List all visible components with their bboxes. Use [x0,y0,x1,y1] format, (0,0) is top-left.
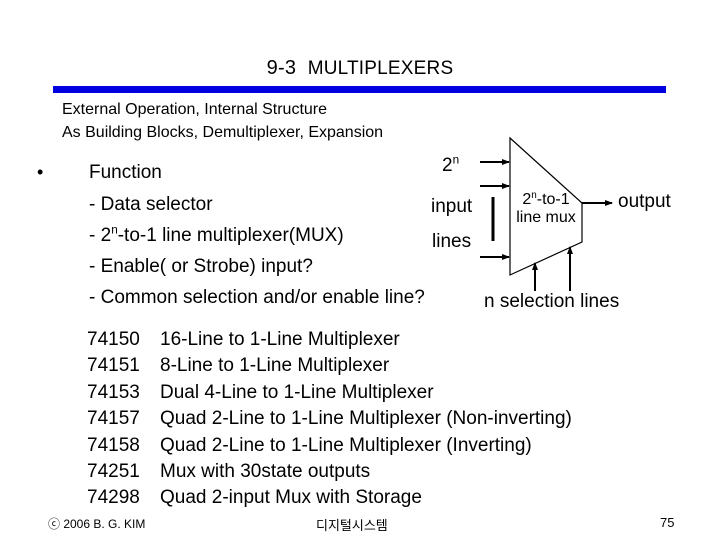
part-description: Dual 4-Line to 1-Line Multiplexer [160,381,434,403]
inputs-count-label: 2n [442,153,460,176]
part-number: 74153 [87,381,140,403]
mux-block-label: 2n-to-1 line mux [508,189,584,227]
part-description: Quad 2-Line to 1-Line Multiplexer (Inver… [160,434,532,456]
list-item: 74157 Quad 2-Line to 1-Line Multiplexer (… [87,406,572,432]
part-description: Quad 2-Line to 1-Line Multiplexer (Non-i… [160,408,572,430]
bullet-icon: • [37,162,44,182]
list-item: 74298 Quad 2-input Mux with Storage [87,485,572,511]
part-description: 8-Line to 1-Line Multiplexer [160,355,390,377]
page-number: 75 [660,515,675,530]
part-number: 74151 [87,355,140,377]
footer-copyright: ⓒ 2006 B. G. KIM [48,517,146,531]
part-number: 74150 [87,329,140,350]
list-item: 74151 8-Line to 1-Line Multiplexer [87,353,572,379]
title-underline [53,86,666,93]
list-item: 74150 16-Line to 1-Line Multiplexer [87,327,572,353]
part-description: Mux with 30state outputs [160,461,371,483]
subtitle-line-1: External Operation, Internal Structure [62,101,328,118]
mux-label-line-2: line mux [516,209,576,226]
mux-label-line-1: 2n-to-1 [522,189,570,208]
function-item: - Data selector [89,194,213,215]
section-title: MULTIPLEXERS [307,58,454,79]
part-number: 74157 [87,408,140,430]
function-heading: Function [89,162,162,183]
selection-lines-label: n selection lines [484,291,620,312]
inputs-word-input: input [431,196,473,217]
function-item: - 2n-to-1 line multiplexer(MUX) [89,223,344,246]
list-item: 74153 Dual 4-Line to 1-Line Multiplexer [87,380,572,406]
output-label: output [618,191,671,212]
slide-title: 9-3 MULTIPLEXERS [0,57,720,80]
part-description: Quad 2-input Mux with Storage [160,487,422,509]
list-item: 74251 Mux with 30state outputs [87,459,572,485]
part-number: 74158 [87,434,140,456]
function-item: - Enable( or Strobe) input? [89,256,313,277]
section-number: 9-3 [266,57,297,79]
part-number: 74251 [87,461,140,483]
part-number: 74298 [87,487,140,509]
footer-course-name: 디지털시스템 [316,518,388,533]
function-item: - Common selection and/or enable line? [89,287,425,308]
list-item: 74158 Quad 2-Line to 1-Line Multiplexer (… [87,433,572,459]
subtitle-line-2: As Building Blocks, Demultiplexer, Expan… [62,124,384,141]
ic-parts-list: 74150 16-Line to 1-Line Multiplexer 74151… [87,327,572,512]
part-description: 16-Line to 1-Line Multiplexer [160,329,400,350]
inputs-word-lines: lines [432,231,472,252]
